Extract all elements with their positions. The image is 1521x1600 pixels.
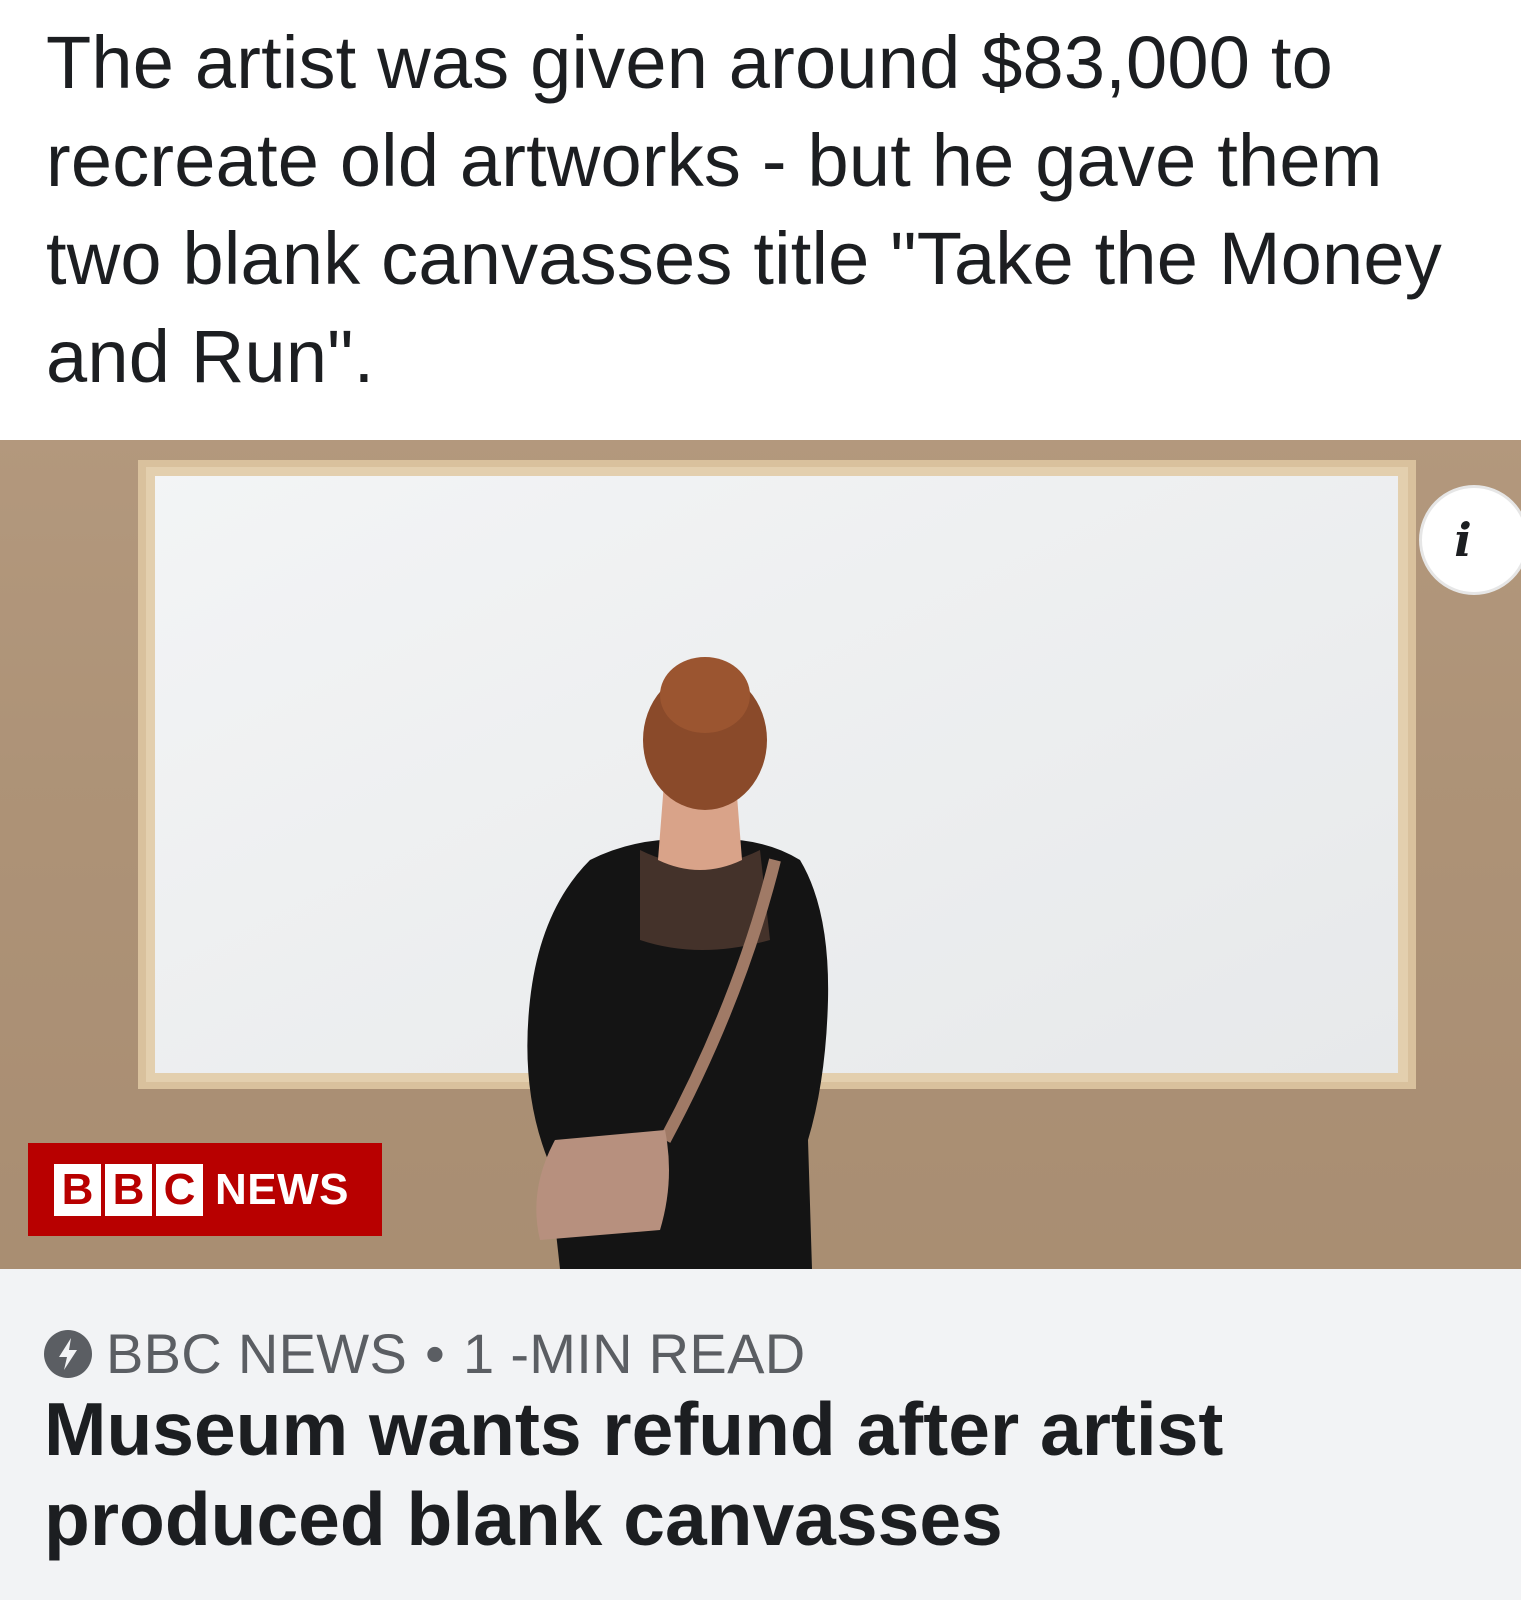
bbc-news-word: NEWS bbox=[215, 1164, 349, 1214]
link-preview-card[interactable]: BBC NEWS • 1 -MIN READ Museum wants refu… bbox=[0, 1269, 1521, 1600]
bbc-block-3: C bbox=[156, 1163, 203, 1216]
article-headline[interactable]: Museum wants refund after artist produce… bbox=[44, 1384, 1484, 1564]
bbc-block-2: B bbox=[105, 1163, 152, 1216]
meta-separator: • bbox=[425, 1322, 446, 1385]
social-post: The artist was given around $83,000 to r… bbox=[0, 0, 1521, 1600]
post-text: The artist was given around $83,000 to r… bbox=[46, 21, 1442, 398]
article-meta: BBC NEWS • 1 -MIN READ bbox=[44, 1321, 805, 1386]
read-time: 1 -MIN READ bbox=[463, 1322, 806, 1385]
source-name: BBC NEWS bbox=[106, 1322, 408, 1385]
bbc-news-watermark: B B C NEWS bbox=[28, 1143, 382, 1236]
lightning-bolt-icon bbox=[44, 1329, 92, 1378]
info-icon: i bbox=[1454, 513, 1472, 567]
info-button[interactable]: i bbox=[1419, 485, 1521, 595]
bbc-block-1: B bbox=[54, 1163, 101, 1216]
